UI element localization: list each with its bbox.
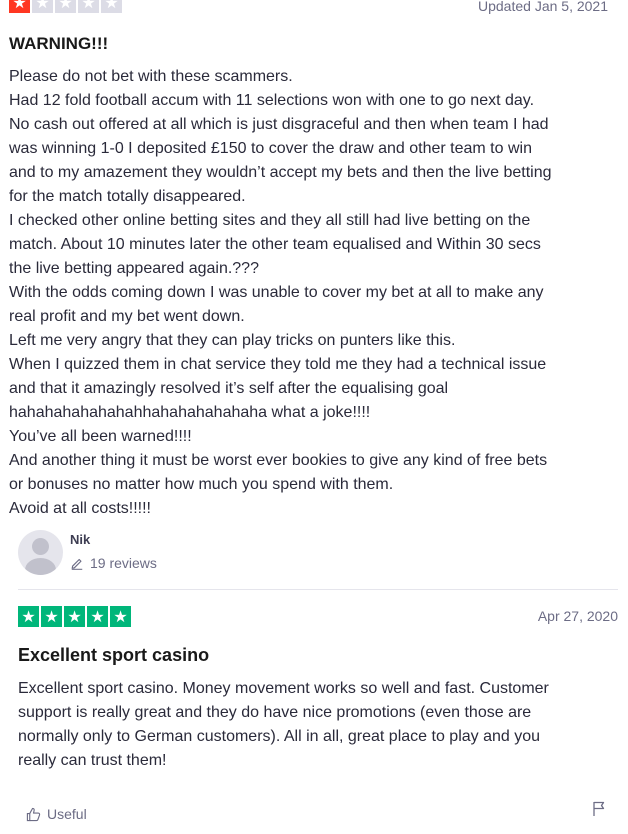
review1-star-rating: ★ ★ ★ ★ ★ [9, 0, 122, 13]
review-text-line: was winning 1-0 I deposited £150 to cove… [9, 140, 532, 157]
review2-date: Apr 27, 2020 [537, 608, 618, 624]
review1-title[interactable]: WARNING!!! [9, 34, 108, 54]
star-icon: ★ [41, 606, 62, 627]
review-text-line: And another thing it must be worst ever … [9, 452, 548, 469]
review-text-line: No cash out offered at all which is just… [9, 116, 549, 133]
review-text-line: I checked other online betting sites and… [9, 212, 531, 229]
review1-body: Please do not bet with these scammers. H… [9, 65, 552, 513]
review-text-line: Excellent sport casino. Money movement w… [18, 680, 549, 697]
star-icon: ★ [18, 606, 39, 627]
reviewer-name[interactable]: Nik [70, 532, 90, 547]
star-icon: ★ [55, 0, 76, 13]
pencil-icon [71, 558, 83, 570]
review-text-line: match. About 10 minutes later the other … [9, 236, 541, 253]
reviewer-card[interactable]: Nik 19 reviews [18, 530, 618, 578]
avatar[interactable] [18, 530, 63, 575]
review-text-line: With the odds coming down I was unable t… [9, 284, 544, 301]
star-icon: ★ [9, 0, 30, 13]
review-text-line: or bonuses no matter how much you spend … [9, 476, 394, 493]
review-text-line: and that it amazingly resolved it’s self… [9, 380, 449, 397]
flag-button[interactable] [592, 801, 606, 822]
star-icon: ★ [32, 0, 53, 13]
divider [18, 589, 618, 590]
star-icon: ★ [110, 606, 131, 627]
flag-icon [593, 801, 605, 816]
review-text-line: Left me very angry that they can play tr… [9, 332, 456, 349]
reviewer-review-count: 19 reviews [70, 555, 157, 571]
review-text-line: really can trust them! [18, 752, 167, 769]
review-text-line: You’ve all been warned!!!! [9, 428, 192, 445]
review2-actions: Useful [26, 801, 606, 826]
review-text-line: and to my amazement they wouldn’t accept… [9, 164, 552, 181]
star-icon: ★ [64, 606, 85, 627]
review-text-line: Had 12 fold football accum with 11 selec… [9, 92, 535, 109]
review-text-line: support is really great and they do have… [18, 704, 532, 721]
thumbs-up-icon [26, 807, 41, 821]
review-text-line: When I quizzed them in chat service they… [9, 356, 547, 373]
useful-button[interactable]: Useful [26, 806, 87, 822]
review-text-line: Avoid at all costs!!!!! [9, 500, 151, 513]
review-count-label: 19 reviews [90, 555, 157, 571]
star-icon: ★ [78, 0, 99, 13]
useful-label: Useful [47, 806, 87, 822]
review-text-line: hahahahahahahahhahahahahahaha what a jok… [9, 404, 371, 421]
review-text-line: for the match totally disappeared. [9, 188, 246, 205]
review2-star-rating: ★ ★ ★ ★ ★ [18, 606, 131, 627]
star-icon: ★ [87, 606, 108, 627]
star-icon: ★ [101, 0, 122, 13]
review1-date: Updated Jan 5, 2021 [478, 0, 608, 14]
review-text-line: real profit and my bet went down. [9, 308, 245, 325]
review-text-line: Please do not bet with these scammers. [9, 68, 293, 85]
review2-title[interactable]: Excellent sport casino [18, 645, 209, 666]
review-text-line: normally only to German customers). All … [18, 728, 541, 745]
review2-body: Excellent sport casino. Money movement w… [18, 677, 549, 773]
review-text-line: the live betting appeared again.??? [9, 260, 259, 277]
